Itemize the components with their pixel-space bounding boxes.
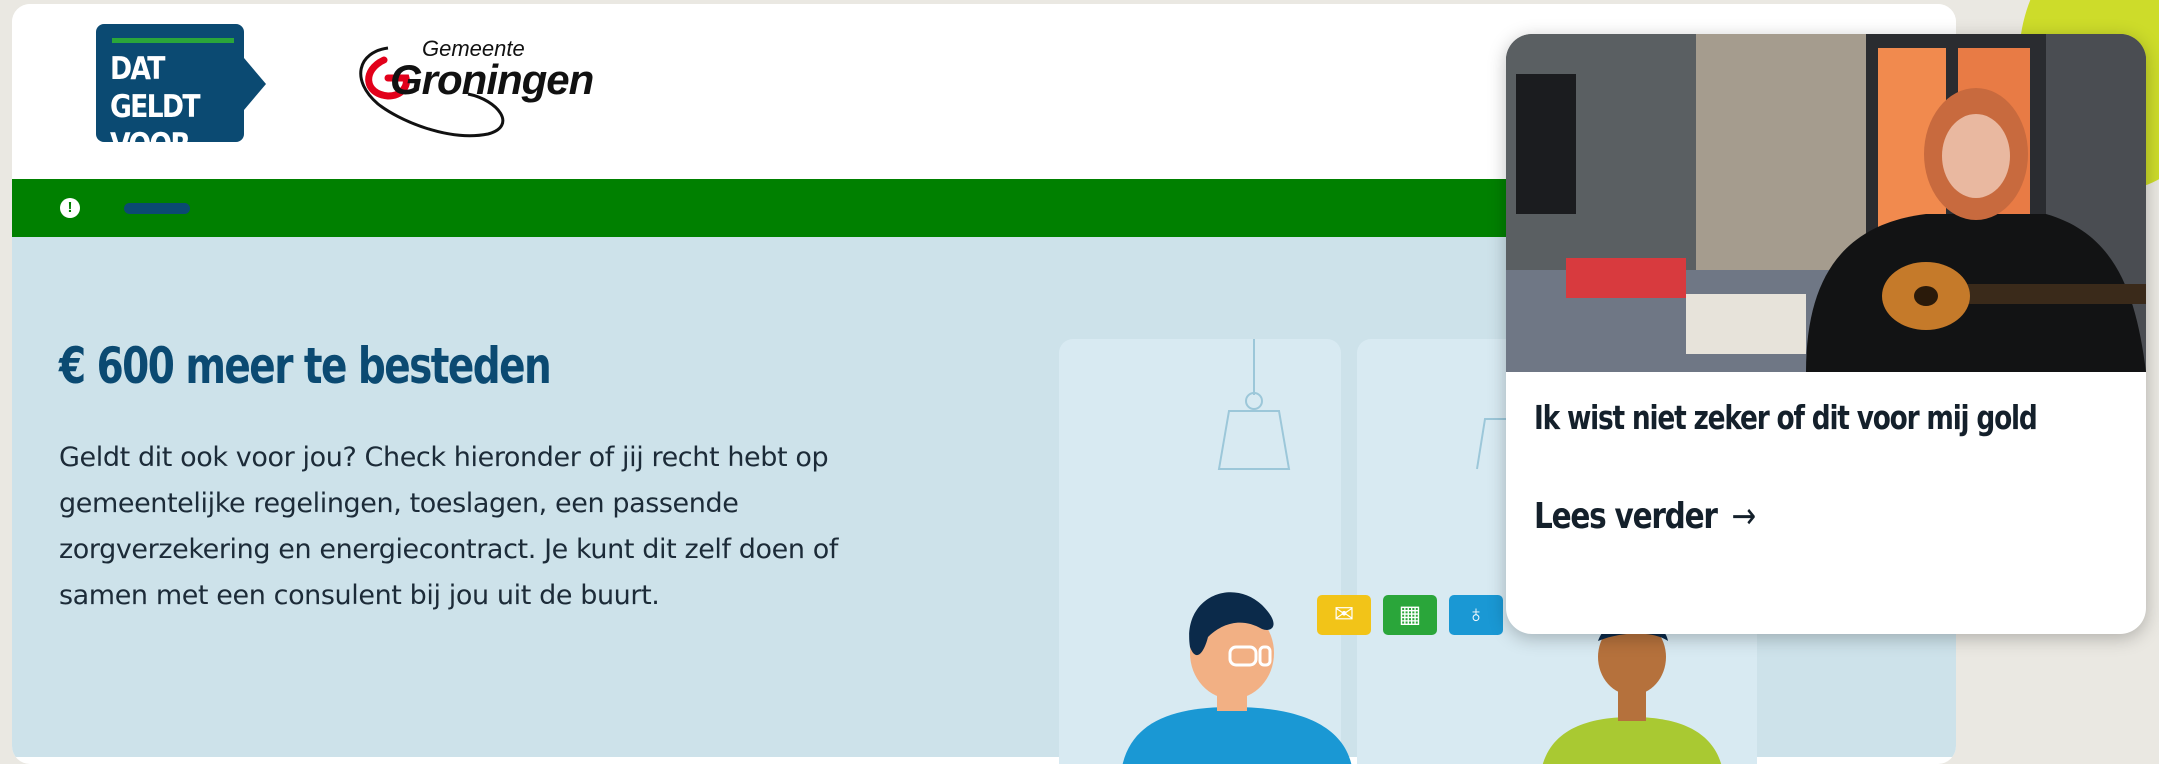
person-illustration-woman — [1542, 618, 1722, 764]
notice-progress-indicator — [124, 203, 190, 214]
gemeente-groningen-logo[interactable]: Gemeente Groningen — [348, 30, 594, 150]
arrow-right-icon: → — [1731, 496, 1756, 537]
story-card-heading: Ik wist niet zeker of dit voor mij gold — [1534, 398, 2038, 437]
read-more-link[interactable]: Lees verder → — [1534, 496, 1756, 537]
read-more-label: Lees verder — [1534, 496, 1718, 537]
lightbulb-icon: ♁ — [1449, 595, 1503, 635]
logo-city-name: Groningen — [390, 56, 594, 103]
person-illustration-glasses — [1122, 592, 1352, 764]
hero-intro: Geldt dit ook voor jou? Check hieronder … — [59, 442, 838, 611]
logo-accent-bar — [112, 38, 234, 43]
building-icon: ▦ — [1383, 595, 1437, 635]
dat-geldt-voor-mij-logo[interactable]: DAT GELDT VOOR MIJ — [96, 24, 266, 201]
story-photo — [1506, 34, 2146, 372]
exclamation-circle-icon[interactable]: ! — [60, 198, 80, 218]
hero-title: € 600 meer te besteden — [59, 337, 552, 395]
lamp-icon — [1217, 339, 1291, 470]
story-card[interactable]: Ik wist niet zeker of dit voor mij gold … — [1506, 34, 2146, 634]
